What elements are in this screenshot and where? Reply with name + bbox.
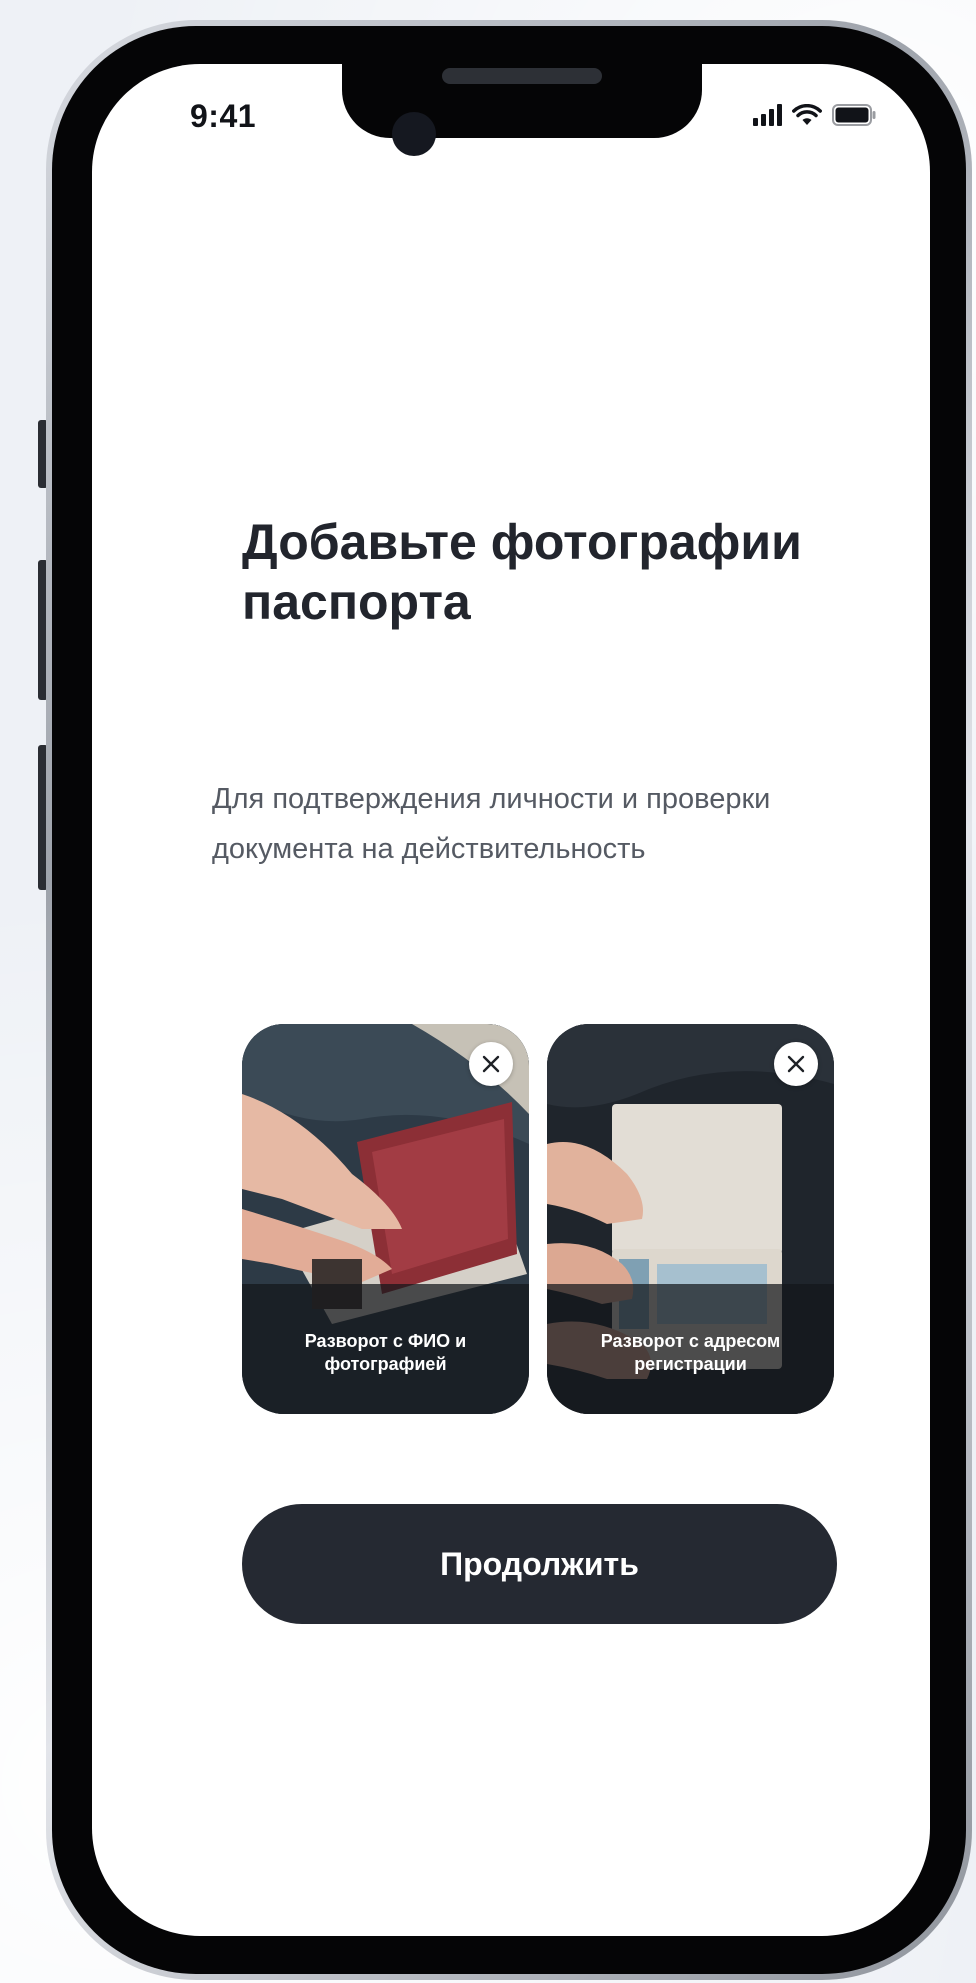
status-time: 9:41 <box>190 98 257 134</box>
continue-button[interactable]: Продолжить <box>242 1504 837 1624</box>
cellular-signal-icon <box>753 104 782 126</box>
remove-photo-button[interactable] <box>469 1042 513 1086</box>
passport-photo-card[interactable]: Разворот с ФИО и фотографией <box>242 1024 529 1414</box>
page-subtitle: Для подтверждения личности и проверки до… <box>212 783 771 865</box>
battery-icon <box>832 104 876 126</box>
passport-photo-cards: Разворот с ФИО и фотографией Разворот с … <box>242 1024 842 1414</box>
card-label: Разворот с ФИО и фотографией <box>304 1331 467 1374</box>
front-camera <box>392 112 436 156</box>
close-icon <box>787 1055 805 1073</box>
page-title: Добавьте фотографии паспорта <box>242 514 802 630</box>
phone-frame: 9:41 Добавьте фотографии паспорта Для по… <box>46 20 972 1980</box>
card-label: Разворот с адресом регистрации <box>600 1331 781 1374</box>
phone-body: 9:41 Добавьте фотографии паспорта Для по… <box>52 26 966 1974</box>
phone-screen: 9:41 Добавьте фотографии паспорта Для по… <box>92 64 930 1936</box>
status-icons <box>753 104 876 126</box>
remove-photo-button[interactable] <box>774 1042 818 1086</box>
earpiece-speaker <box>442 68 602 84</box>
passport-photo-card[interactable]: Разворот с адресом регистрации <box>547 1024 834 1414</box>
wifi-icon <box>792 104 822 126</box>
close-icon <box>482 1055 500 1073</box>
